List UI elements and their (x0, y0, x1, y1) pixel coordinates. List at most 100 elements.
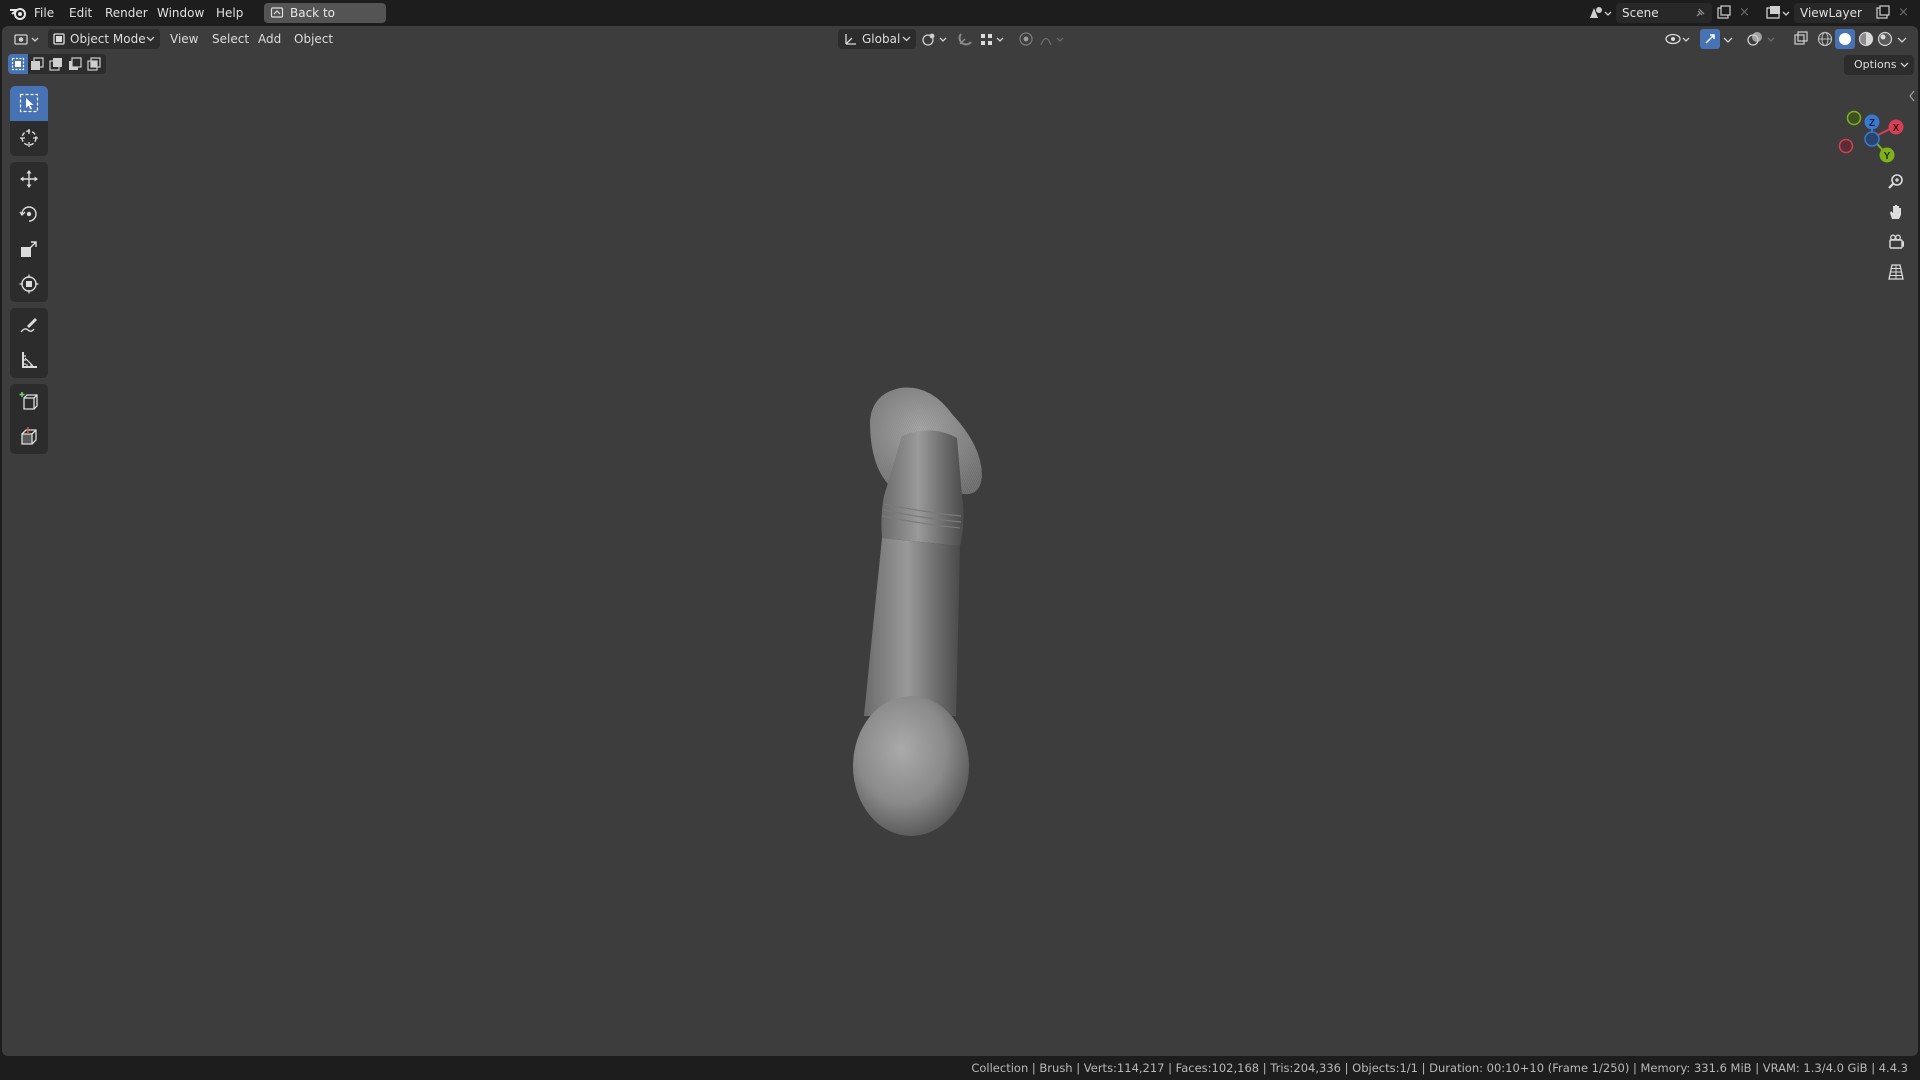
transform-orientation-dropdown[interactable]: Global (838, 29, 916, 49)
cursor-icon (20, 129, 38, 147)
scene-statistics-text: Collection | Brush | Verts:114,217 | Fac… (971, 1061, 1908, 1075)
back-to-previous-button[interactable]: Back to Previous (264, 3, 386, 40)
scene-name-field[interactable]: Scene (1616, 3, 1712, 23)
shading-options-chevron-icon[interactable] (1896, 30, 1908, 48)
menu-help[interactable]: Help (216, 0, 243, 26)
rendered-shading-icon[interactable] (1876, 30, 1894, 48)
zoom-icon (1888, 174, 1903, 189)
move-tool[interactable] (10, 162, 48, 197)
material-preview-icon[interactable] (1857, 30, 1875, 48)
viewport-header: Object Mode View Select Add Object Globa… (2, 26, 1918, 52)
delete-scene-icon[interactable]: × (1739, 0, 1750, 26)
options-label: Options (1854, 58, 1897, 71)
neg-y-axis-handle[interactable] (1846, 110, 1862, 126)
transform-icon (19, 274, 39, 294)
rotate-tool[interactable] (10, 197, 48, 232)
xray-toggle-icon[interactable] (1792, 30, 1810, 48)
extrude-tool[interactable] (10, 419, 48, 454)
rotate-icon (19, 206, 37, 222)
viewlayer-name-field[interactable]: ViewLayer (1794, 3, 1880, 23)
proportional-editing-icon[interactable] (1016, 30, 1036, 48)
neg-z-axis-handle[interactable] (1864, 131, 1880, 147)
orientation-label: Global (862, 32, 901, 46)
select-extend-icon[interactable] (30, 57, 44, 71)
add-cube-icon (19, 392, 38, 410)
hand-icon (1890, 205, 1901, 219)
pin-icon[interactable] (1694, 7, 1706, 19)
chevron-down-icon (902, 36, 911, 42)
new-viewlayer-icon[interactable] (1875, 5, 1891, 21)
select-subtract-icon[interactable] (49, 57, 63, 71)
grid-perspective-icon (1888, 264, 1904, 280)
annotate-tool[interactable] (10, 308, 48, 343)
menu-object[interactable]: Object (294, 26, 333, 52)
object-mode-icon (53, 33, 65, 45)
select-box-tool[interactable] (10, 86, 48, 121)
extrude-icon (21, 427, 37, 445)
navigation-gizmo[interactable]: X Y Z (1828, 90, 1908, 170)
select-intersect-icon[interactable] (87, 57, 101, 71)
object-mode-label: Object Mode (70, 32, 146, 46)
viewlayer-name-text: ViewLayer (1800, 6, 1862, 20)
transform-tool[interactable] (10, 267, 48, 302)
screen-back-icon (270, 7, 284, 18)
camera-view-button[interactable] (1882, 228, 1910, 256)
orientation-axes-icon (845, 34, 856, 45)
snap-toggle-icon[interactable] (956, 30, 976, 48)
options-dropdown[interactable]: Options (1844, 55, 1914, 75)
3d-viewport[interactable]: Object Mode View Select Add Object Globa… (2, 26, 1918, 1056)
menu-render[interactable]: Render (105, 0, 148, 26)
add-cube-tool[interactable] (10, 384, 48, 419)
cursor-tool[interactable] (10, 121, 48, 156)
y-axis-label: Y (1884, 151, 1891, 162)
scale-tool[interactable] (10, 232, 48, 267)
measure-icon (22, 352, 37, 368)
z-axis-label: Z (1869, 118, 1875, 129)
measure-tool[interactable] (10, 343, 48, 378)
snap-target-icon[interactable] (978, 30, 1008, 48)
select-new-icon (11, 57, 25, 71)
move-icon (20, 170, 38, 188)
visibility-selectability-icon[interactable] (1664, 30, 1694, 48)
sidebar-toggle-icon[interactable] (1908, 90, 1916, 102)
status-bar: Collection | Brush | Verts:114,217 | Fac… (0, 1056, 1920, 1080)
scene-selector-icon[interactable] (1586, 4, 1614, 22)
tool-shelf (10, 86, 48, 460)
wireframe-shading-icon[interactable] (1816, 30, 1834, 48)
neg-x-axis-handle[interactable] (1838, 138, 1854, 154)
select-invert-icon[interactable] (68, 57, 82, 71)
new-scene-icon[interactable] (1716, 5, 1732, 21)
annotate-icon (20, 318, 37, 333)
object-mode-dropdown[interactable]: Object Mode (48, 29, 160, 49)
camera-icon (1889, 234, 1904, 249)
zoom-view-button[interactable] (1882, 168, 1910, 196)
menu-file[interactable]: File (34, 0, 54, 26)
chevron-down-icon (1900, 62, 1909, 68)
top-menu-bar: File Edit Render Window Help Back to Pre… (0, 0, 1920, 40)
blender-logo-icon[interactable] (8, 4, 28, 22)
menu-select[interactable]: Select (212, 26, 249, 52)
menu-add[interactable]: Add (258, 26, 281, 52)
menu-edit[interactable]: Edit (69, 0, 92, 26)
menu-view[interactable]: View (170, 26, 198, 52)
editor-type-icon[interactable] (12, 30, 42, 48)
menu-window[interactable]: Window (157, 0, 204, 26)
brush-object[interactable] (842, 376, 1032, 846)
overlays-icon[interactable] (1746, 30, 1778, 48)
viewlayer-selector-icon[interactable] (1764, 4, 1792, 22)
select-box-icon (19, 93, 39, 113)
pivot-point-icon[interactable] (920, 30, 950, 48)
gizmo-options-chevron-icon[interactable] (1722, 30, 1734, 48)
chevron-down-icon (146, 36, 155, 42)
select-new-button[interactable] (8, 54, 28, 74)
proportional-falloff-icon[interactable] (1038, 30, 1068, 48)
solid-shading-icon (1839, 33, 1851, 45)
pan-view-button[interactable] (1882, 198, 1910, 226)
selection-mode-group (8, 54, 106, 74)
perspective-toggle-button[interactable] (1882, 258, 1910, 286)
gizmo-icon (1705, 34, 1715, 44)
x-axis-label: X (1893, 123, 1900, 134)
solid-shading-button[interactable] (1835, 29, 1855, 49)
delete-viewlayer-icon[interactable]: × (1898, 0, 1909, 26)
gizmo-toggle-button[interactable] (1700, 29, 1720, 49)
